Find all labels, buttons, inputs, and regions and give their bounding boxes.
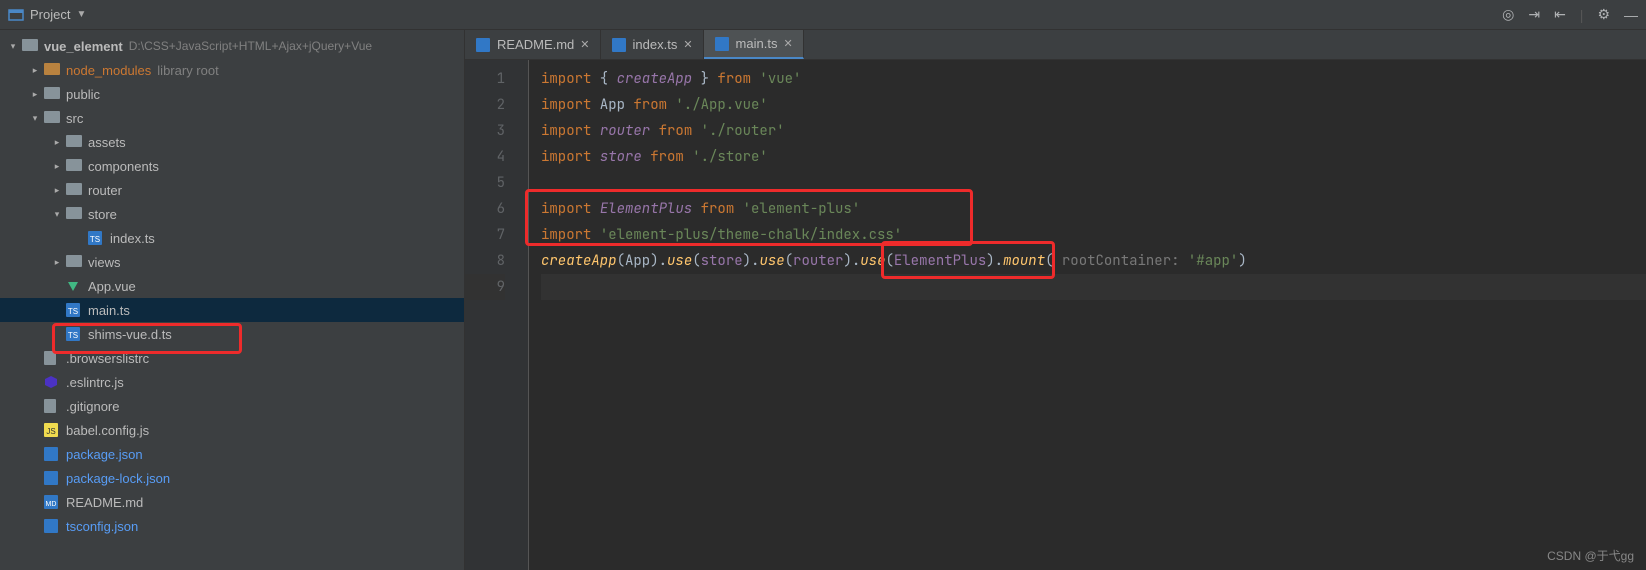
tree-assets[interactable]: ▸ assets (0, 130, 464, 154)
close-icon[interactable]: ✕ (783, 37, 792, 50)
chevron-right-icon: ▸ (50, 137, 64, 148)
tree-browserslist[interactable]: ▸ .browserslistrc (0, 346, 464, 370)
md-file-icon (475, 37, 491, 53)
tree-gitignore[interactable]: ▸ .gitignore (0, 394, 464, 418)
tree-index-ts[interactable]: ▸ TS index.ts (0, 226, 464, 250)
tree-router[interactable]: ▸ router (0, 178, 464, 202)
tab-readme[interactable]: README.md ✕ (465, 30, 601, 59)
svg-text:TS: TS (68, 331, 78, 340)
ts-file-icon: TS (88, 231, 104, 245)
tree-components[interactable]: ▸ components (0, 154, 464, 178)
tree-package-lock[interactable]: ▸ package-lock.json (0, 466, 464, 490)
folder-icon (44, 87, 60, 101)
gutter-fold (515, 60, 529, 570)
line-gutter: 1 2 3 4 5 6 7 8 9 (465, 60, 515, 570)
folder-icon (44, 63, 60, 77)
tree-src[interactable]: ▾ src (0, 106, 464, 130)
tree-readme[interactable]: ▸ MD README.md (0, 490, 464, 514)
close-icon[interactable]: ✕ (683, 38, 692, 51)
ts-file-icon: TS (66, 327, 82, 341)
json-file-icon (44, 447, 60, 461)
js-file-icon: JS (44, 423, 60, 437)
chevron-right-icon: ▸ (50, 161, 64, 172)
chevron-right-icon: ▸ (50, 185, 64, 196)
tree-root[interactable]: ▾ vue_element D:\CSS+JavaScript+HTML+Aja… (0, 34, 464, 58)
divider: | (1580, 7, 1584, 23)
tree-main-ts[interactable]: ▸ TS main.ts (0, 298, 464, 322)
minimize-icon[interactable]: — (1624, 7, 1638, 23)
target-icon[interactable]: ◎ (1502, 6, 1514, 23)
json-file-icon (44, 471, 60, 485)
folder-icon (44, 111, 60, 125)
project-selector[interactable]: Project ▼ (8, 7, 86, 23)
ts-file-icon (714, 36, 730, 52)
chevron-right-icon: ▸ (28, 89, 42, 100)
code-editor[interactable]: 1 2 3 4 5 6 7 8 9 import { createApp } f… (465, 60, 1646, 570)
folder-icon (66, 183, 82, 197)
project-toolbar: Project ▼ ◎ ⇥ ⇤ | ⚙ — (0, 0, 1646, 30)
tree-tsconfig[interactable]: ▸ tsconfig.json (0, 514, 464, 538)
tree-public[interactable]: ▸ public (0, 82, 464, 106)
eslint-icon (44, 375, 60, 389)
tree-babel[interactable]: ▸ JS babel.config.js (0, 418, 464, 442)
tree-shims[interactable]: ▸ TS shims-vue.d.ts (0, 322, 464, 346)
chevron-down-icon: ▼ (76, 9, 86, 20)
chevron-right-icon: ▸ (50, 257, 64, 268)
tab-index[interactable]: index.ts ✕ (601, 30, 704, 59)
folder-icon (66, 135, 82, 149)
project-path: D:\CSS+JavaScript+HTML+Ajax+jQuery+Vue (129, 39, 372, 53)
folder-icon (22, 39, 38, 53)
chevron-down-icon: ▾ (6, 41, 20, 52)
editor-tabs: README.md ✕ index.ts ✕ main.ts ✕ (465, 30, 1646, 60)
vue-file-icon (66, 279, 82, 293)
chevron-right-icon: ▸ (28, 65, 42, 76)
md-file-icon: MD (44, 495, 60, 509)
tree-package-json[interactable]: ▸ package.json (0, 442, 464, 466)
collapse-icon[interactable]: ⇥ (1528, 6, 1540, 23)
folder-icon (66, 255, 82, 269)
tree-eslint[interactable]: ▸ .eslintrc.js (0, 370, 464, 394)
file-icon (44, 399, 60, 413)
json-file-icon (44, 519, 60, 533)
expand-icon[interactable]: ⇤ (1554, 6, 1566, 23)
svg-text:MD: MD (46, 501, 57, 508)
tab-main[interactable]: main.ts ✕ (704, 30, 804, 59)
close-icon[interactable]: ✕ (580, 38, 589, 51)
tree-store[interactable]: ▾ store (0, 202, 464, 226)
project-icon (8, 7, 24, 23)
tree-node-modules[interactable]: ▸ node_modules library root (0, 58, 464, 82)
ts-file-icon: TS (66, 303, 82, 317)
svg-text:TS: TS (90, 235, 100, 244)
chevron-down-icon: ▾ (50, 209, 64, 220)
folder-icon (66, 159, 82, 173)
watermark: CSDN @于弋gg (1547, 547, 1634, 564)
gear-icon[interactable]: ⚙ (1597, 6, 1610, 23)
tree-app-vue[interactable]: ▸ App.vue (0, 274, 464, 298)
ts-file-icon (611, 37, 627, 53)
chevron-down-icon: ▾ (28, 113, 42, 124)
project-label: Project (30, 7, 70, 22)
svg-text:JS: JS (46, 427, 55, 436)
file-icon (44, 351, 60, 365)
svg-text:TS: TS (68, 307, 78, 316)
project-tree: ▾ vue_element D:\CSS+JavaScript+HTML+Aja… (0, 30, 465, 570)
folder-icon (66, 207, 82, 221)
code-content[interactable]: import { createApp } from 'vue' import A… (529, 60, 1646, 570)
tree-views[interactable]: ▸ views (0, 250, 464, 274)
